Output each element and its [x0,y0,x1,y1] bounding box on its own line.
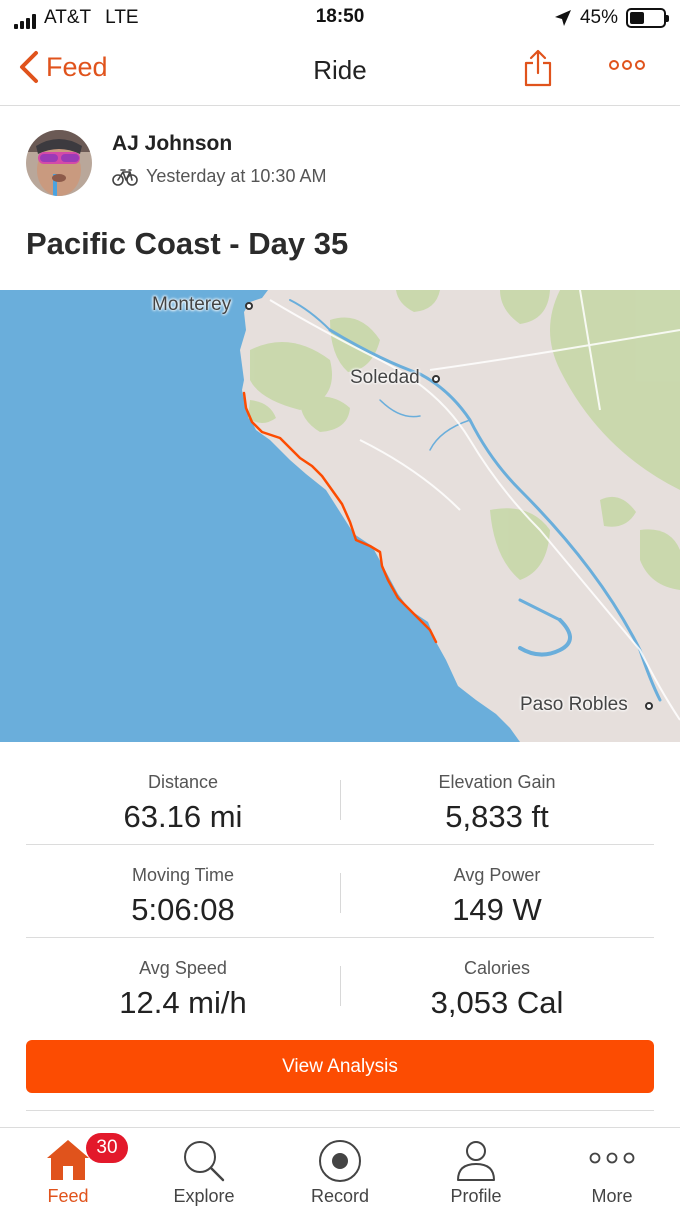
stat-value: 5:06:08 [131,892,235,927]
profile-icon [457,1141,495,1181]
tab-feed[interactable]: 30 Feed [0,1128,136,1209]
stat-moving-time: Moving Time 5:06:08 [26,845,340,928]
map-label-monterey: Monterey [152,294,232,315]
ellipsis-icon [609,60,645,70]
record-icon [319,1140,361,1182]
notification-badge: 30 [86,1133,128,1163]
map-dot-soledad [432,375,440,383]
nav-title: Ride [313,55,367,85]
stat-label: Distance [147,772,219,792]
more-options-button[interactable] [608,58,646,77]
stat-label: Elevation Gain [438,772,556,792]
battery-icon [626,8,669,28]
tab-label: More [591,1186,633,1206]
stat-value: 149 W [452,892,542,927]
share-icon [524,49,552,87]
activity-timestamp: Yesterday at 10:30 AM [146,166,327,186]
map-label-paso-robles: Paso Robles [520,694,628,715]
map-dot-monterey [245,302,253,310]
tab-profile-icon-wrap [408,1138,544,1186]
stat-value: 63.16 mi [123,799,243,834]
tab-record-icon-wrap [272,1138,408,1186]
search-icon [184,1141,225,1182]
stat-label: Calories [463,958,531,978]
tab-more-icon-wrap [544,1138,680,1186]
avatar[interactable] [26,130,92,196]
stats-row: Avg Speed 12.4 mi/h Calories 3,053 Cal [26,938,654,1031]
tab-bar: 30 Feed Explore Record Profile More [0,1127,680,1209]
tab-label: Explore [173,1186,235,1206]
stats-row: Distance 63.16 mi Elevation Gain 5,833 f… [26,752,654,845]
stats-grid: Distance 63.16 mi Elevation Gain 5,833 f… [26,752,654,1031]
map-base [0,290,680,742]
home-icon [47,1140,89,1180]
stat-value: 12.4 mi/h [119,985,247,1020]
tab-label: Record [310,1186,370,1206]
activity-meta: Yesterday at 10:30 AM [112,166,326,187]
stat-calories: Calories 3,053 Cal [340,938,654,1021]
stat-label: Avg Power [453,865,541,885]
map-label-soledad: Soledad [350,367,420,388]
stat-value: 3,053 Cal [430,985,564,1020]
tab-explore-icon-wrap [136,1138,272,1186]
stat-label: Avg Speed [139,958,227,978]
tab-explore[interactable]: Explore [136,1128,272,1209]
nav-bar: Feed Ride [0,36,680,106]
stat-avg-speed: Avg Speed 12.4 mi/h [26,938,340,1021]
status-bar: AT&T LTE 18:50 45% [0,0,680,36]
tab-profile[interactable]: Profile [408,1128,544,1209]
activity-title: Pacific Coast - Day 35 [26,226,349,261]
share-button[interactable] [522,48,554,93]
route-map[interactable]: Monterey Soledad Paso Robles [0,290,680,742]
stat-label: Moving Time [131,865,235,885]
stat-elevation-gain: Elevation Gain 5,833 ft [340,752,654,835]
avatar-image [26,130,92,196]
tab-label: Feed [47,1186,89,1206]
more-dots-icon [589,1152,635,1164]
map-dot-paso-robles [645,702,653,710]
tab-more[interactable]: More [544,1128,680,1209]
status-right: 45% [554,7,669,29]
bicycle-icon [112,168,138,186]
location-arrow-icon [554,10,571,26]
stats-row: Moving Time 5:06:08 Avg Power 149 W [26,845,654,938]
tab-label: Profile [450,1186,502,1206]
stat-avg-power: Avg Power 149 W [340,845,654,928]
stat-value: 5,833 ft [445,799,549,834]
battery-percent: 45% [579,7,618,28]
tab-record[interactable]: Record [272,1128,408,1209]
section-divider [26,1110,654,1111]
stat-distance: Distance 63.16 mi [26,752,340,835]
view-analysis-button[interactable]: View Analysis [26,1040,654,1093]
athlete-name[interactable]: AJ Johnson [112,132,232,156]
